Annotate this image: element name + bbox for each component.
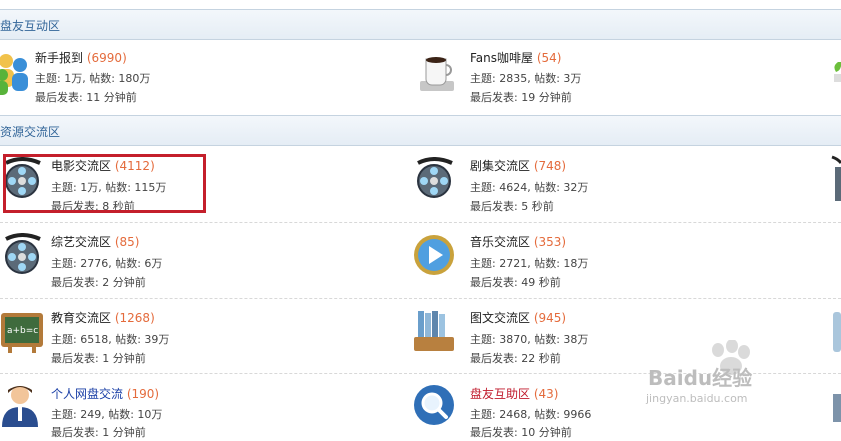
new-count: (1268) [114, 311, 155, 325]
section-header-interaction[interactable]: 盘友互动区 [0, 9, 841, 40]
forum-last-post: 最后发表: 22 秒前 [470, 352, 561, 365]
section-title: 盘友互动区 [0, 19, 61, 33]
forum-item-personal[interactable]: 个人网盘交流 (190) 主题: 249, 帖数: 10万 最后发表: 1 分钟… [0, 381, 400, 441]
forum-name[interactable]: 个人网盘交流 [51, 387, 123, 401]
forum-title[interactable]: 个人网盘交流 (190) [51, 385, 159, 402]
forum-stats: 主题: 249, 帖数: 10万 [51, 408, 163, 421]
forum-title[interactable]: 图文交流区 (945) [470, 309, 566, 326]
forum-name[interactable]: 综艺交流区 [51, 235, 111, 249]
forum-title[interactable]: Fans咖啡屋 (54) [470, 49, 561, 66]
forum-name[interactable]: 图文交流区 [470, 311, 530, 325]
forum-name[interactable]: 教育交流区 [51, 311, 111, 325]
forum-title[interactable]: 综艺交流区 (85) [51, 233, 139, 250]
forum-stats: 主题: 2835, 帖数: 3万 [470, 72, 582, 85]
forum-last-post: 最后发表: 19 分钟前 [470, 91, 572, 104]
chalkboard-icon: a+b=c [1, 313, 43, 353]
forum-last-post: 最后发表: 49 秒前 [470, 276, 561, 289]
forum-stats: 主题: 6518, 帖数: 39万 [51, 333, 170, 346]
forum-stats: 主题: 4624, 帖数: 32万 [470, 181, 589, 194]
forum-item-tv[interactable]: 剧集交流区 (748) 主题: 4624, 帖数: 32万 最后发表: 5 秒前 [412, 153, 812, 213]
plant-icon [834, 62, 841, 82]
forum-name[interactable]: 剧集交流区 [470, 159, 530, 173]
forum-item-edu[interactable]: a+b=c 教育交流区 (1268) 主题: 6518, 帖数: 39万 最后发… [0, 305, 400, 365]
forum-last-post: 最后发表: 1 分钟前 [51, 352, 146, 365]
forum-stats: 主题: 2468, 帖数: 9966 [470, 408, 592, 421]
new-count: (945) [533, 311, 567, 325]
highlight-box [3, 154, 206, 213]
new-count: (190) [126, 387, 160, 401]
new-count: (43) [533, 387, 559, 401]
svg-text:a+b=c: a+b=c [7, 326, 38, 336]
new-count: (6990) [86, 51, 127, 65]
people-icon [0, 54, 28, 95]
user-icon [2, 386, 38, 427]
forum-name[interactable]: Fans咖啡屋 [470, 51, 533, 65]
play-button-icon [414, 235, 454, 275]
new-count: (353) [533, 235, 567, 249]
forum-title[interactable]: 盘友互助区 (43) [470, 385, 558, 402]
forum-stats: 主题: 2776, 帖数: 6万 [51, 257, 163, 270]
forum-title[interactable]: 音乐交流区 (353) [470, 233, 566, 250]
forum-item-variety[interactable]: 综艺交流区 (85) 主题: 2776, 帖数: 6万 最后发表: 2 分钟前 [0, 229, 400, 289]
forum-name[interactable]: 新手报到 [35, 51, 83, 65]
row-divider [0, 222, 841, 223]
magnifier-icon [414, 385, 454, 425]
film-reel-icon [417, 157, 453, 198]
forum-name[interactable]: 盘友互助区 [470, 387, 530, 401]
watermark-url: jingyan.baidu.com [646, 392, 748, 405]
forum-title[interactable]: 新手报到 (6990) [35, 49, 127, 66]
forum-last-post: 最后发表: 1 分钟前 [51, 426, 146, 439]
new-count: (748) [533, 159, 567, 173]
forum-item-fans[interactable]: Fans咖啡屋 (54) 主题: 2835, 帖数: 3万 最后发表: 19 分… [412, 45, 812, 105]
forum-stats: 主题: 2721, 帖数: 18万 [470, 257, 589, 270]
forum-title[interactable]: 剧集交流区 (748) [470, 157, 566, 174]
film-reel-icon [5, 233, 41, 274]
forum-stats: 主题: 1万, 帖数: 180万 [35, 72, 151, 85]
film-reel-edge-icon [831, 155, 841, 201]
forum-stats: 主题: 3870, 帖数: 38万 [470, 333, 589, 346]
forum-title[interactable]: 教育交流区 (1268) [51, 309, 155, 326]
forum-last-post: 最后发表: 11 分钟前 [35, 91, 137, 104]
forum-item-music[interactable]: 音乐交流区 (353) 主题: 2721, 帖数: 18万 最后发表: 49 秒… [412, 229, 812, 289]
forum-last-post: 最后发表: 5 秒前 [470, 200, 554, 213]
section-header-resources[interactable]: 资源交流区 [0, 115, 841, 146]
section-title: 资源交流区 [0, 125, 61, 139]
bookshelf-icon [414, 311, 454, 351]
forum-item-newbie[interactable]: 新手报到 (6990) 主题: 1万, 帖数: 180万 最后发表: 11 分钟… [0, 45, 400, 105]
coffee-cup-icon [420, 57, 454, 91]
new-count: (85) [114, 235, 140, 249]
forum-name[interactable]: 音乐交流区 [470, 235, 530, 249]
row-divider [0, 298, 841, 299]
watermark-brand: Baidu经验 [648, 366, 753, 390]
new-count: (54) [536, 51, 562, 65]
forum-last-post: 最后发表: 10 分钟前 [470, 426, 572, 439]
forum-last-post: 最后发表: 2 分钟前 [51, 276, 146, 289]
